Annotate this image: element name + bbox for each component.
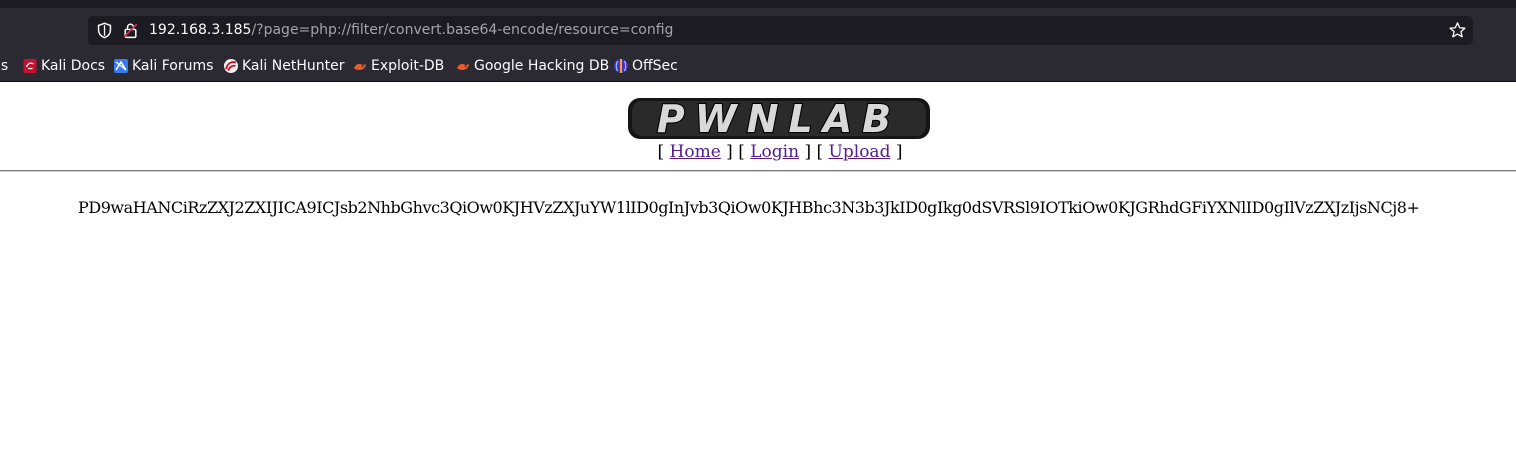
- kali-nethunter-icon: [224, 59, 238, 73]
- base64-output: PD9waHANCiRzZXJ2ZXIJICA9ICJsb2NhbGhvc3Qi…: [78, 198, 1420, 217]
- bookmark-label: ls: [0, 58, 9, 74]
- bookmark-label: Kali NetHunter: [242, 58, 345, 74]
- url-host: 192.168.3.185: [149, 22, 252, 38]
- exploit-db-icon: [354, 63, 366, 70]
- upload-link[interactable]: Upload: [829, 142, 891, 162]
- star-icon[interactable]: [1448, 21, 1467, 40]
- bookmark-label: Exploit-DB: [371, 58, 445, 74]
- window-top-strip: [0, 0, 1516, 8]
- browser-toolbar: 192.168.3.185/?page=php://filter/convert…: [0, 8, 1516, 52]
- pwnlab-logo: PWNLAB: [628, 96, 930, 141]
- offsec-icon: [614, 59, 628, 73]
- bookmark-label: Kali Forums: [132, 58, 214, 74]
- url-text[interactable]: 192.168.3.185/?page=php://filter/convert…: [149, 16, 673, 45]
- logo-text: PWNLAB: [657, 97, 901, 141]
- bookmarks-toolbar: ls Kali Docs Kali Forums Kali NetHunter …: [0, 52, 1516, 82]
- page-nav: [ Home ] [ Login ] [ Upload ]: [657, 142, 903, 162]
- ghdb-icon: [457, 63, 469, 70]
- home-link[interactable]: Home: [670, 142, 721, 162]
- address-bar[interactable]: 192.168.3.185/?page=php://filter/convert…: [88, 16, 1473, 45]
- login-link[interactable]: Login: [750, 142, 799, 162]
- url-path: /?page=php://filter/convert.base64-encod…: [251, 22, 674, 38]
- lock-icon[interactable]: [122, 22, 139, 39]
- horizontal-rule: [0, 170, 1516, 172]
- kali-forums-icon: [114, 59, 128, 73]
- bookmark-label: Google Hacking DB: [474, 58, 610, 74]
- bookmark-label: OffSec: [632, 58, 678, 74]
- shield-icon[interactable]: [96, 22, 113, 39]
- kali-docs-icon: [23, 59, 37, 73]
- bookmark-label: Kali Docs: [41, 58, 106, 74]
